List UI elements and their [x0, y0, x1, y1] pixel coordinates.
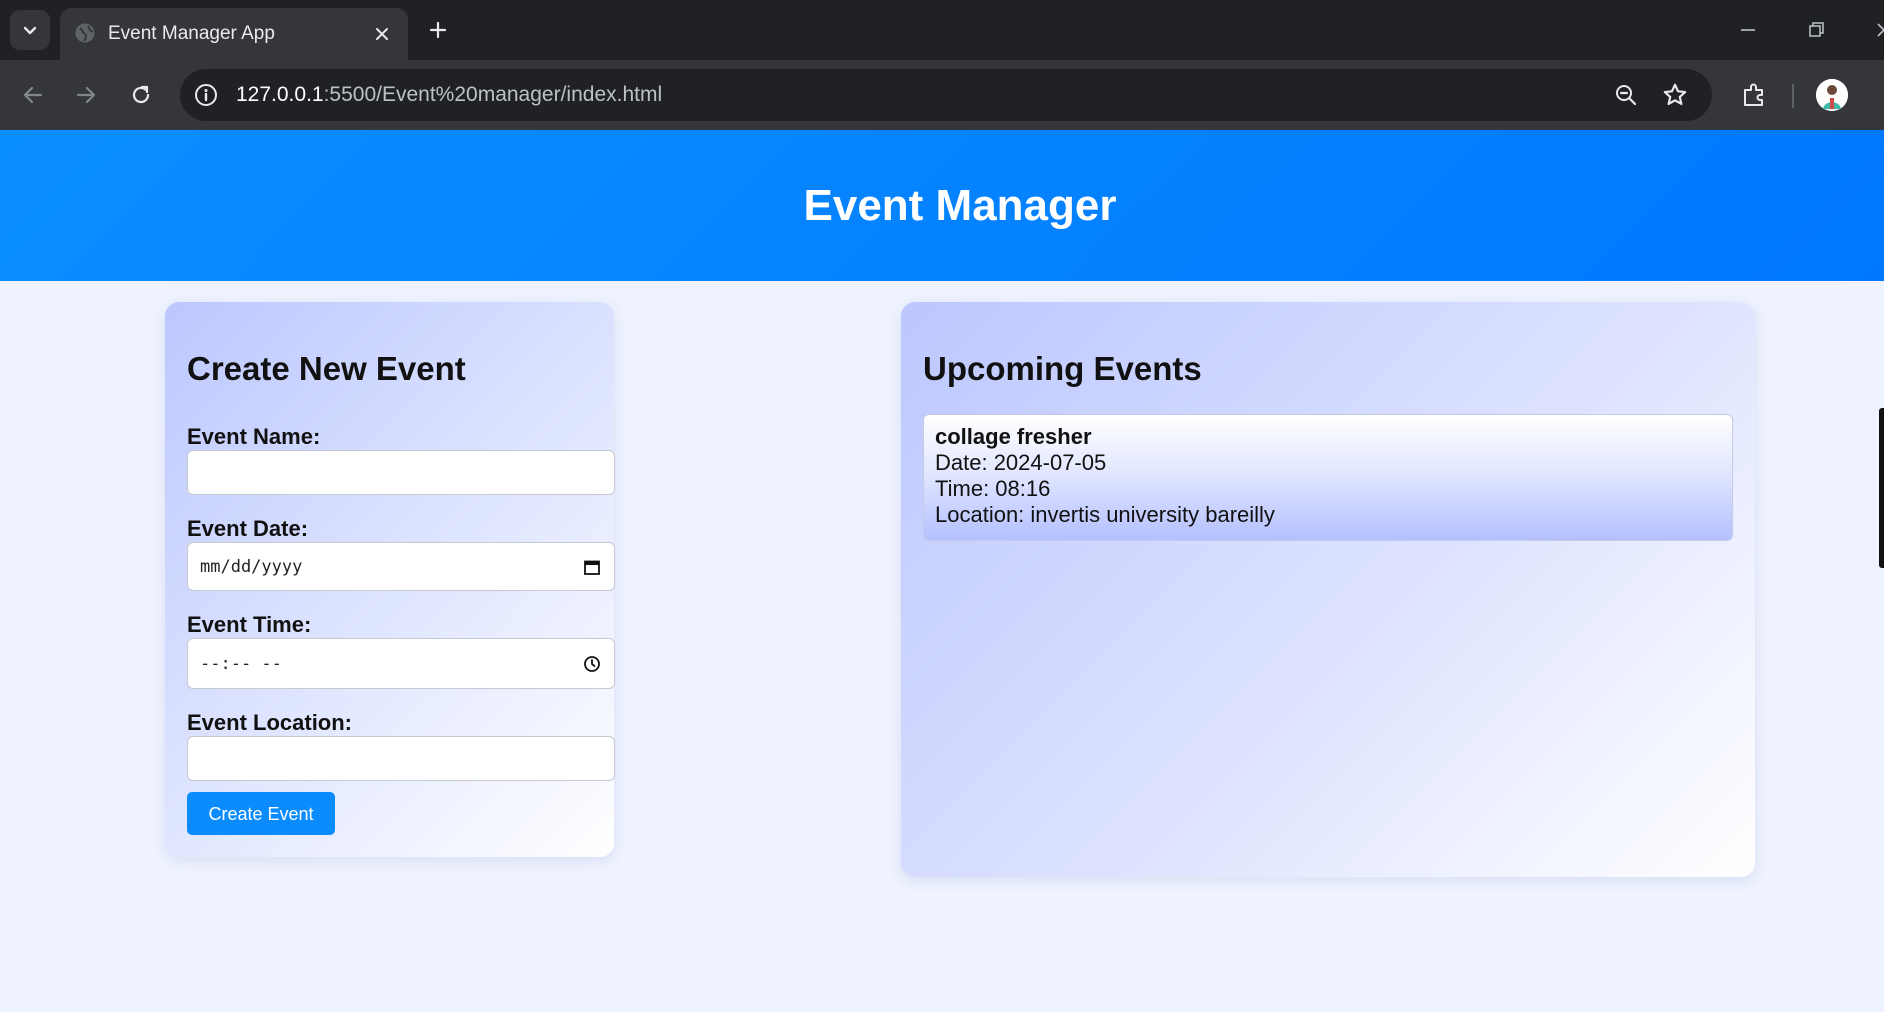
event-time-input[interactable]: --:-- --: [187, 638, 615, 689]
create-event-card: Create New Event Event Name: Event Date:…: [165, 302, 615, 857]
forward-icon[interactable]: [66, 75, 106, 115]
close-window-icon[interactable]: [1864, 10, 1884, 50]
restore-icon[interactable]: [1796, 10, 1836, 50]
toolbar-divider: [1792, 84, 1794, 108]
back-icon[interactable]: [13, 75, 53, 115]
zoom-icon[interactable]: [1610, 79, 1642, 111]
plus-icon[interactable]: [420, 12, 456, 48]
event-name: collage fresher: [935, 424, 1092, 449]
url-host: 127.0.0.1: [236, 83, 324, 106]
extensions-icon[interactable]: [1734, 75, 1774, 115]
tab-title: Event Manager App: [108, 23, 275, 44]
url-text: 127.0.0.1:5500/Event%20manager/index.htm…: [236, 82, 662, 108]
upcoming-events-card: Upcoming Events collage fresher Date: 20…: [901, 302, 1755, 877]
clock-icon[interactable]: [582, 654, 602, 674]
page-content: Event Manager Create New Event Event Nam…: [0, 130, 1884, 1012]
calendar-icon[interactable]: [582, 557, 602, 577]
tab-list-icon[interactable]: [10, 10, 50, 50]
event-time-placeholder: --:-- --: [200, 654, 282, 674]
app-header: Event Manager: [0, 130, 1884, 281]
browser-tab-bar: Event Manager App: [0, 0, 1884, 60]
browser-toolbar: 127.0.0.1:5500/Event%20manager/index.htm…: [0, 60, 1884, 130]
close-icon[interactable]: [368, 20, 396, 48]
event-item: collage fresher Date: 2024-07-05 Time: 0…: [923, 414, 1733, 541]
star-icon[interactable]: [1659, 79, 1691, 111]
page-title: Event Manager: [803, 181, 1117, 230]
info-icon[interactable]: [190, 79, 222, 111]
address-bar[interactable]: 127.0.0.1:5500/Event%20manager/index.htm…: [180, 69, 1712, 121]
event-date: Date: 2024-07-05: [935, 450, 1107, 475]
event-location-input[interactable]: [187, 736, 615, 781]
browser-tab[interactable]: Event Manager App: [60, 8, 408, 60]
globe-icon: [74, 22, 96, 44]
create-event-button[interactable]: Create Event: [187, 792, 335, 835]
event-name-input[interactable]: [187, 450, 615, 495]
event-name-label: Event Name:: [187, 424, 321, 449]
avatar[interactable]: [1816, 79, 1848, 111]
scrollbar-edge[interactable]: [1879, 408, 1884, 568]
url-path: :5500/Event%20manager/index.html: [323, 83, 663, 106]
minimize-icon[interactable]: [1728, 10, 1768, 50]
event-location-label: Event Location:: [187, 710, 353, 735]
event-time: Time: 08:16: [935, 476, 1051, 501]
upcoming-events-heading: Upcoming Events: [923, 350, 1202, 387]
event-time-label: Event Time:: [187, 612, 312, 637]
create-event-heading: Create New Event: [187, 350, 466, 387]
reload-icon[interactable]: [121, 75, 161, 115]
event-date-placeholder: mm/dd/yyyy: [200, 557, 303, 577]
event-location: Location: invertis university bareilly: [935, 502, 1275, 527]
event-date-label: Event Date:: [187, 516, 309, 541]
event-date-input[interactable]: mm/dd/yyyy: [187, 542, 615, 591]
